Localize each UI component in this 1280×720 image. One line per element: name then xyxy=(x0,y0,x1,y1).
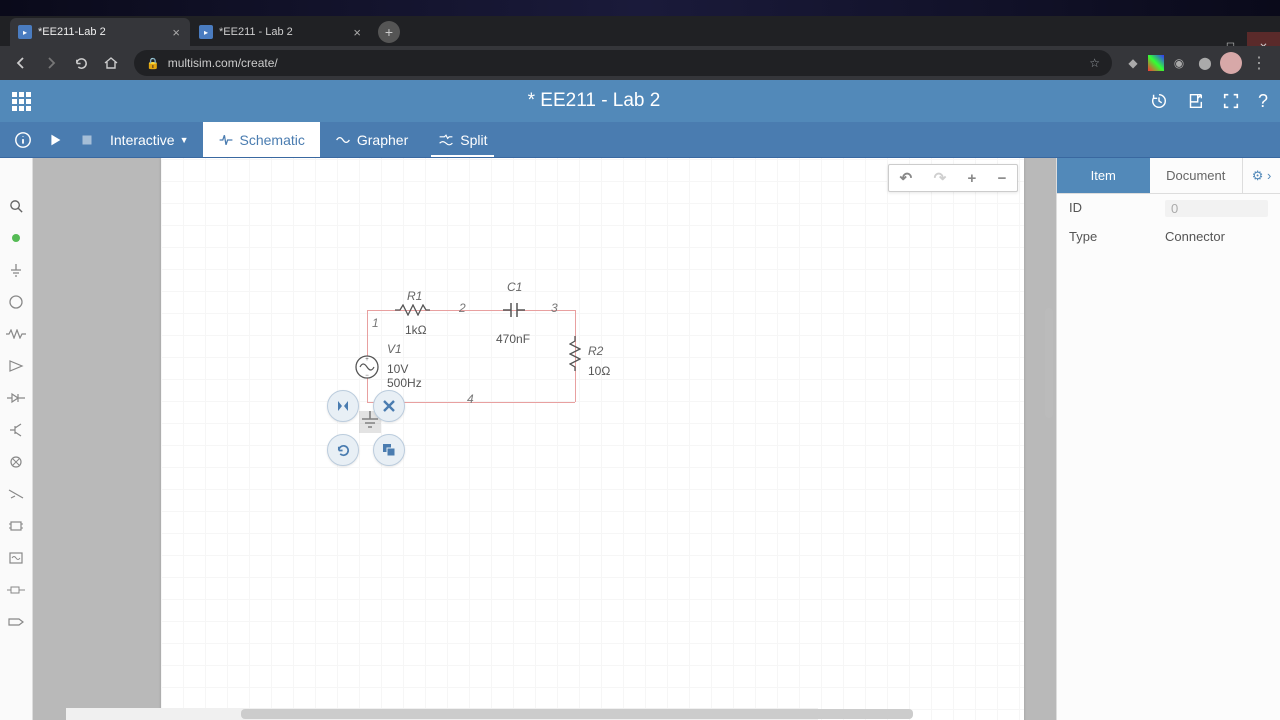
node-label: 4 xyxy=(467,392,474,406)
zoom-out-icon[interactable]: − xyxy=(998,170,1007,187)
node-label: 3 xyxy=(551,301,558,315)
resistor-icon[interactable] xyxy=(6,324,26,344)
forward-button[interactable] xyxy=(38,50,64,76)
browser-menu-button[interactable]: ⋮ xyxy=(1246,50,1272,76)
probe-icon[interactable] xyxy=(6,484,26,504)
tab-item[interactable]: Item xyxy=(1057,158,1150,193)
canvas-area[interactable]: 1 2 3 4 R1 1kΩ C1 470nF R2 10Ω +− V1 xyxy=(33,158,1056,720)
play-icon[interactable] xyxy=(46,131,64,149)
toolbar: Interactive▼ Schematic Grapher Split xyxy=(0,122,1280,158)
node-label: 2 xyxy=(459,301,466,315)
source-icon[interactable] xyxy=(6,292,26,312)
zoom-controls: ↶ ↷ + − xyxy=(888,164,1018,192)
vertical-scrollbar[interactable] xyxy=(1042,158,1056,720)
mode-dropdown[interactable]: Interactive▼ xyxy=(110,132,189,148)
apps-menu-icon[interactable] xyxy=(12,92,38,111)
component-resistor[interactable] xyxy=(395,304,435,316)
fullscreen-icon[interactable] xyxy=(1222,92,1240,110)
document-title: * EE211 - Lab 2 xyxy=(38,90,1150,112)
stop-icon[interactable] xyxy=(78,131,96,149)
component-value: 1kΩ xyxy=(405,323,427,337)
home-button[interactable] xyxy=(98,50,124,76)
zoom-in-icon[interactable]: + xyxy=(967,170,976,187)
tab-schematic[interactable]: Schematic xyxy=(203,122,320,157)
history-icon[interactable] xyxy=(1150,92,1168,110)
export-icon[interactable] xyxy=(1186,92,1204,110)
extension-icon[interactable]: ⬤ xyxy=(1194,52,1216,74)
close-icon[interactable]: × xyxy=(172,25,180,40)
horizontal-scrollbar[interactable] xyxy=(66,708,818,720)
component-palette xyxy=(0,158,33,720)
extension-icon[interactable] xyxy=(1148,55,1164,71)
browser-tab-strip: ▸ *EE211-Lab 2 × ▸ *EE211 - Lab 2 × + ─ … xyxy=(0,16,1280,46)
component-value: 500Hz xyxy=(387,376,422,390)
tab-grapher[interactable]: Grapher xyxy=(320,122,423,157)
component-name: R1 xyxy=(407,289,422,303)
property-label: ID xyxy=(1069,200,1165,217)
component-value: 10Ω xyxy=(588,364,610,378)
new-tab-button[interactable]: + xyxy=(378,21,400,43)
close-icon[interactable]: × xyxy=(353,25,361,40)
tab-document[interactable]: Document xyxy=(1150,158,1243,193)
help-icon[interactable]: ? xyxy=(1258,91,1268,112)
ground-icon[interactable] xyxy=(6,260,26,280)
redo-icon[interactable]: ↷ xyxy=(934,169,947,187)
property-value: 0 xyxy=(1165,200,1268,217)
url-field[interactable]: 🔒 multisim.com/create/ ☆ xyxy=(134,50,1112,76)
settings-icon[interactable]: ⚙ › xyxy=(1242,158,1280,193)
back-button[interactable] xyxy=(8,50,34,76)
component-value: 470nF xyxy=(496,332,530,346)
info-icon[interactable] xyxy=(14,131,32,149)
titlebar-decoration xyxy=(0,0,1280,16)
star-icon[interactable]: ☆ xyxy=(1089,56,1100,70)
property-value: Connector xyxy=(1165,229,1268,244)
connector-icon[interactable] xyxy=(6,580,26,600)
undo-icon[interactable]: ↶ xyxy=(900,169,913,187)
component-resistor[interactable] xyxy=(569,336,581,376)
properties-panel: Item Document ⚙ › ID 0 Type Connector xyxy=(1056,158,1280,720)
opamp-icon[interactable] xyxy=(6,356,26,376)
search-icon[interactable] xyxy=(6,196,26,216)
flip-button[interactable] xyxy=(327,390,359,422)
ic-icon[interactable] xyxy=(6,516,26,536)
duplicate-button[interactable] xyxy=(373,434,405,466)
lamp-icon[interactable] xyxy=(6,452,26,472)
node-icon[interactable] xyxy=(6,228,26,248)
url-text: multisim.com/create/ xyxy=(168,56,278,70)
tab-title: *EE211 - Lab 2 xyxy=(219,26,293,38)
multisim-app: * EE211 - Lab 2 ? Interactive▼ Schematic… xyxy=(0,80,1280,720)
svg-text:+: + xyxy=(365,357,369,363)
tab-split[interactable]: Split xyxy=(423,122,502,157)
component-capacitor[interactable] xyxy=(503,301,525,319)
lock-icon: 🔒 xyxy=(146,57,160,70)
node-label: 1 xyxy=(372,316,379,330)
component-ac-source[interactable]: +− xyxy=(355,355,379,379)
label-icon[interactable] xyxy=(6,612,26,632)
extension-icon[interactable]: ◆ xyxy=(1122,52,1144,74)
browser-tab-1[interactable]: ▸ *EE211-Lab 2 × xyxy=(10,18,190,46)
component-name: C1 xyxy=(507,280,522,294)
favicon-icon: ▸ xyxy=(18,25,32,39)
favicon-icon: ▸ xyxy=(199,25,213,39)
component-name: R2 xyxy=(588,344,603,358)
chevron-down-icon: ▼ xyxy=(180,135,189,145)
extension-icon[interactable]: ◉ xyxy=(1168,52,1190,74)
component-value: 10V xyxy=(387,362,408,376)
schematic-canvas[interactable]: 1 2 3 4 R1 1kΩ C1 470nF R2 10Ω +− V1 xyxy=(161,158,1024,720)
profile-avatar[interactable] xyxy=(1220,52,1242,74)
reload-button[interactable] xyxy=(68,50,94,76)
rotate-button[interactable] xyxy=(327,434,359,466)
scope-icon[interactable] xyxy=(6,548,26,568)
tab-title: *EE211-Lab 2 xyxy=(38,26,106,38)
transistor-icon[interactable] xyxy=(6,420,26,440)
diode-icon[interactable] xyxy=(6,388,26,408)
svg-text:−: − xyxy=(365,373,369,379)
component-name: V1 xyxy=(387,342,402,356)
delete-button[interactable] xyxy=(373,390,405,422)
address-bar: 🔒 multisim.com/create/ ☆ ◆ ◉ ⬤ ⋮ xyxy=(0,46,1280,80)
app-header: * EE211 - Lab 2 ? xyxy=(0,80,1280,122)
browser-tab-2[interactable]: ▸ *EE211 - Lab 2 × xyxy=(191,18,371,46)
property-label: Type xyxy=(1069,229,1165,244)
